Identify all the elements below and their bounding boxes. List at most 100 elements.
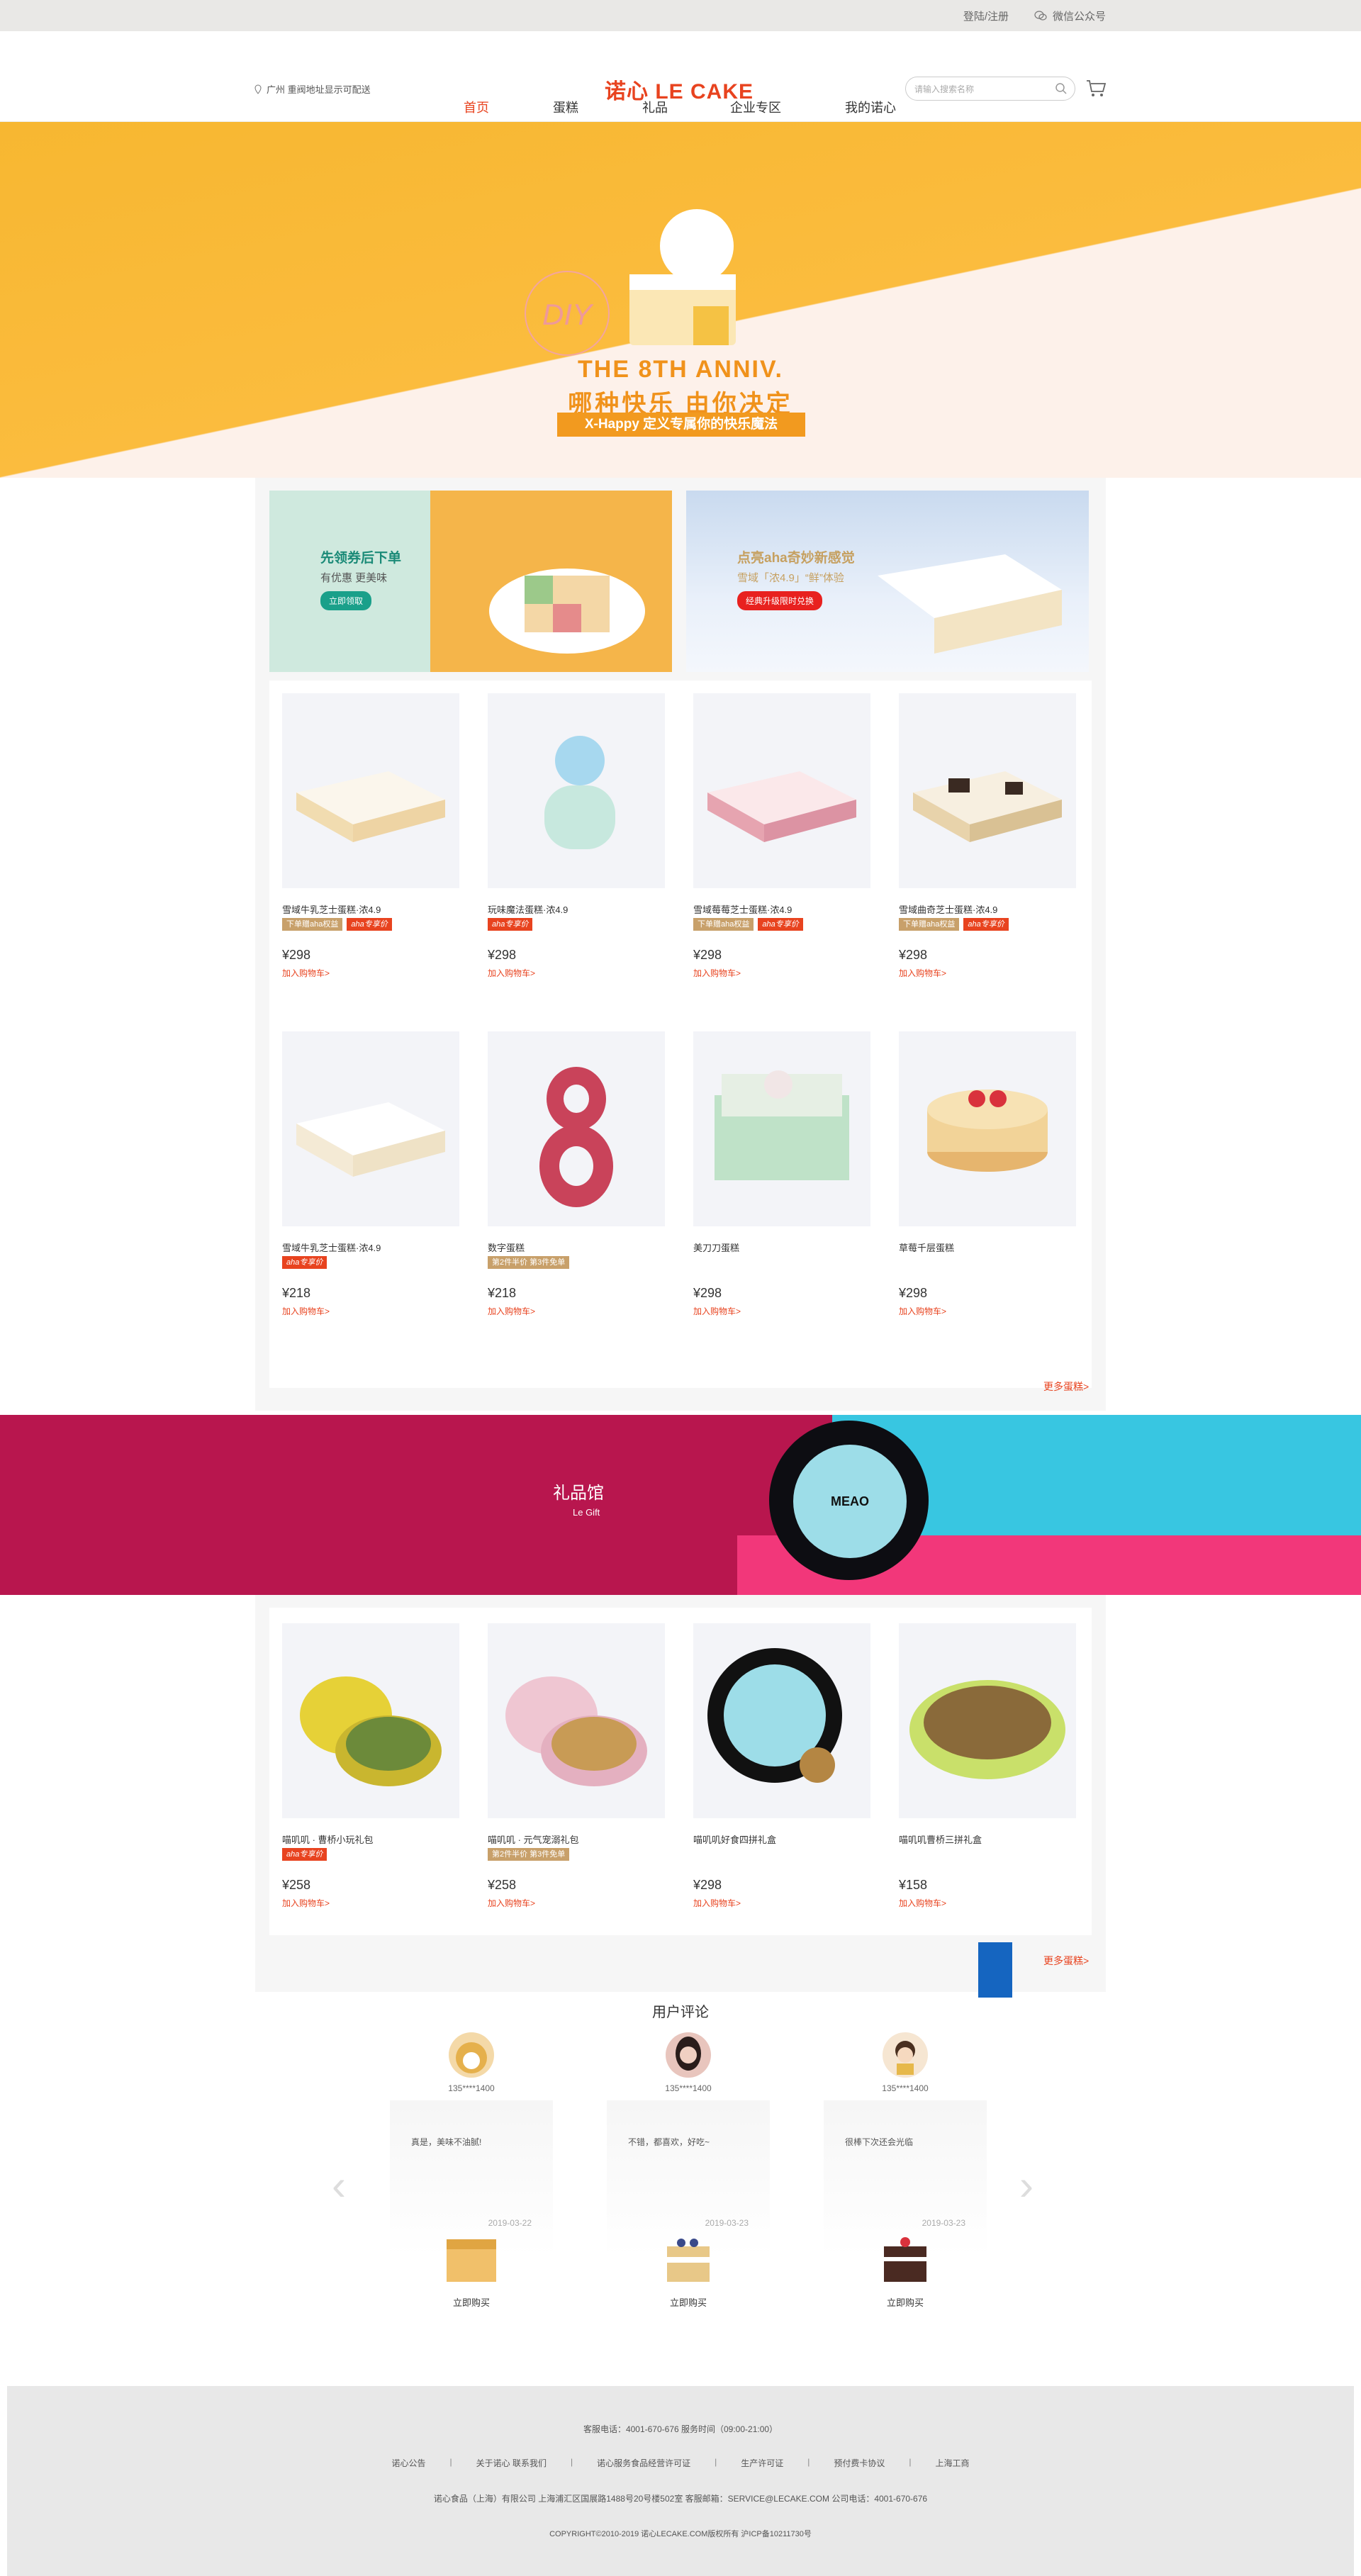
add-to-cart[interactable]: 加入购物车> xyxy=(693,1897,870,1909)
product-image[interactable] xyxy=(488,693,665,888)
product-image[interactable] xyxy=(488,1031,665,1226)
review-card: 135****1400 真是，美味不油腻! 2019-03-22 立即购买 xyxy=(390,2032,553,2309)
add-to-cart[interactable]: 加入购物车> xyxy=(282,1305,459,1317)
login-link[interactable]: 登陆/注册 xyxy=(963,9,1009,23)
buy-now-link[interactable]: 立即购买 xyxy=(607,2295,770,2309)
gift-price: ¥258 xyxy=(488,1878,517,1892)
more-gifts-link[interactable]: 更多蛋糕> xyxy=(1043,1954,1089,1968)
gift-card[interactable]: 喵叽叽曹桥三拼礼盒 ¥158 加入购物车> xyxy=(899,1623,1076,1909)
tag: 下单赠aha权益 xyxy=(693,918,754,931)
add-to-cart[interactable]: 加入购物车> xyxy=(899,967,1076,979)
nav-gifts[interactable]: 礼品 xyxy=(642,98,668,116)
review-user: 135****1400 xyxy=(665,2083,712,2093)
avatar xyxy=(883,2032,928,2078)
gift-image[interactable] xyxy=(488,1623,665,1818)
tag: aha专享价 xyxy=(488,918,533,931)
aha-banner[interactable]: 点亮aha奇妙新感觉 雪域「浓4.9」“鲜”体验 经典升级限时兑换 xyxy=(686,491,1089,672)
prev-arrow-icon[interactable]: ‹ xyxy=(332,2161,346,2210)
footer-link[interactable]: 诺心服务食品经营许可证 xyxy=(597,2457,690,2469)
buy-now-link[interactable]: 立即购买 xyxy=(390,2295,553,2309)
product-card[interactable]: 雪域牛乳芝士蛋糕·浓4.9 下单赠aha权益 aha专享价 ¥298 加入购物车> xyxy=(282,693,459,979)
product-image[interactable] xyxy=(899,693,1076,888)
footer-link[interactable]: 诺心公告 xyxy=(391,2457,425,2469)
nav-enterprise[interactable]: 企业专区 xyxy=(730,98,781,116)
wechat-icon xyxy=(1034,11,1047,21)
product-image[interactable] xyxy=(282,693,459,888)
gift-price: ¥158 xyxy=(899,1878,928,1892)
more-cakes-link[interactable]: 更多蛋糕> xyxy=(1043,1379,1089,1394)
tag: 下单赠aha权益 xyxy=(899,918,960,931)
product-image[interactable] xyxy=(693,1031,870,1226)
gift-image[interactable] xyxy=(282,1623,459,1818)
gift-banner[interactable]: MEAO 礼品馆 Le Gift xyxy=(0,1415,1361,1595)
footer-hotline: 客服电话：4001-670-676 服务时间（09:00-21:00） xyxy=(583,2424,778,2434)
product-price: ¥298 xyxy=(693,1286,722,1300)
product-card[interactable]: 草莓千层蛋糕 ¥298 加入购物车> xyxy=(899,1031,1076,1317)
add-to-cart[interactable]: 加入购物车> xyxy=(899,1897,1076,1909)
tag: 下单赠aha权益 xyxy=(282,918,343,931)
footer-company: 诺心食品（上海）有限公司 上海浦汇区国展路1488号20号楼502室 客服邮箱：… xyxy=(433,2494,928,2504)
footer-link[interactable]: 关于诺心 联系我们 xyxy=(476,2457,547,2469)
product-image[interactable] xyxy=(899,1031,1076,1226)
footer-link[interactable]: 上海工商 xyxy=(936,2457,970,2469)
product-card[interactable]: 雪域牛乳芝士蛋糕·浓4.9 aha专享价 ¥218 加入购物车> xyxy=(282,1031,459,1317)
hero-anniv: THE 8TH ANNIV. xyxy=(578,356,783,383)
product-image[interactable] xyxy=(282,1031,459,1226)
add-to-cart[interactable]: 加入购物车> xyxy=(488,967,665,979)
add-to-cart[interactable]: 加入购物车> xyxy=(282,967,459,979)
add-to-cart[interactable]: 加入购物车> xyxy=(488,1897,665,1909)
gift-section: 喵叽叽 · 曹桥小玩礼包 aha专享价 ¥258 加入购物车> 喵叽叽 · 元气… xyxy=(255,1595,1106,1998)
gift-name: 喵叽叽好食四拼礼盒 xyxy=(693,1835,777,1845)
review-product-image[interactable] xyxy=(870,2225,941,2289)
gift-price: ¥258 xyxy=(282,1878,311,1892)
review-product-image[interactable] xyxy=(436,2225,507,2289)
aha-banner-title: 点亮aha奇妙新感觉 xyxy=(737,551,855,566)
product-name: 雪域牛乳芝士蛋糕·浓4.9 xyxy=(282,1243,381,1253)
nav-home[interactable]: 首页 xyxy=(464,98,489,116)
product-card[interactable]: 数字蛋糕 第2件半价 第3件免单 ¥218 加入购物车> xyxy=(488,1031,665,1317)
top-bar: 登陆/注册 微信公众号 xyxy=(0,0,1361,31)
product-price: ¥218 xyxy=(488,1286,517,1300)
product-card[interactable]: 玩味魔法蛋糕·浓4.9 aha专享价 ¥298 加入购物车> xyxy=(488,693,665,979)
gift-title: 礼品馆 xyxy=(553,1484,604,1503)
add-to-cart[interactable]: 加入购物车> xyxy=(899,1305,1076,1317)
gift-card[interactable]: 喵叽叽好食四拼礼盒 ¥298 加入购物车> xyxy=(693,1623,870,1909)
product-card[interactable]: 雪域莓莓芝士蛋糕·浓4.9 下单赠aha权益 aha专享价 ¥298 加入购物车> xyxy=(693,693,870,979)
nav-my[interactable]: 我的诺心 xyxy=(845,98,896,116)
product-card[interactable]: 雪域曲奇芝士蛋糕·浓4.9 下单赠aha权益 aha专享价 ¥298 加入购物车> xyxy=(899,693,1076,979)
add-to-cart[interactable]: 加入购物车> xyxy=(282,1897,459,1909)
nav-cakes[interactable]: 蛋糕 xyxy=(553,98,578,116)
add-to-cart[interactable]: 加入购物车> xyxy=(693,1305,870,1317)
gift-card[interactable]: 喵叽叽 · 曹桥小玩礼包 aha专享价 ¥258 加入购物车> xyxy=(282,1623,459,1909)
add-to-cart[interactable]: 加入购物车> xyxy=(693,967,870,979)
gift-image[interactable] xyxy=(693,1623,870,1818)
aha-banner-sub: 雪域「浓4.9」“鲜”体验 xyxy=(737,572,844,584)
buy-now-link[interactable]: 立即购买 xyxy=(824,2295,987,2309)
footer-copyright: COPYRIGHT©2010-2019 诺心LECAKE.COM版权所有 沪IC… xyxy=(549,2530,812,2538)
tag: aha专享价 xyxy=(282,1848,327,1861)
review-user: 135****1400 xyxy=(882,2083,929,2093)
wechat-link[interactable]: 微信公众号 xyxy=(1034,9,1106,23)
aha-banner-button[interactable]: 经典升级限时兑换 xyxy=(737,591,823,610)
product-image[interactable] xyxy=(693,693,870,888)
hero-banner[interactable]: DIY THE 8TH ANNIV. 哪种快乐 由你决定 X-Happy 定义专… xyxy=(0,122,1361,478)
gift-card[interactable]: 喵叽叽 · 元气宠溺礼包 第2件半价 第3件免单 ¥258 加入购物车> xyxy=(488,1623,665,1909)
product-card[interactable]: 美刀刀蛋糕 ¥298 加入购物车> xyxy=(693,1031,870,1317)
back-to-top-button[interactable] xyxy=(978,1942,1012,1998)
review-user: 135****1400 xyxy=(448,2083,495,2093)
reviews-title: 用户评论 xyxy=(652,2005,709,2020)
gift-image[interactable] xyxy=(899,1623,1076,1818)
review-product-image[interactable] xyxy=(653,2225,724,2289)
tag: aha专享价 xyxy=(347,918,392,931)
footer-link[interactable]: 预付费卡协议 xyxy=(834,2457,885,2469)
review-text: 很棒下次还会光临 xyxy=(845,2137,914,2147)
product-name: 雪域曲奇芝士蛋糕·浓4.9 xyxy=(899,905,998,915)
wechat-label: 微信公众号 xyxy=(1052,10,1106,23)
next-arrow-icon[interactable]: › xyxy=(1019,2161,1034,2210)
avatar xyxy=(449,2032,494,2078)
footer-link[interactable]: 生产许可证 xyxy=(741,2457,783,2469)
product-name: 草莓千层蛋糕 xyxy=(899,1243,955,1253)
coupon-banner[interactable]: 先领券后下单 有优惠 更美味 立即领取 xyxy=(269,491,672,672)
add-to-cart[interactable]: 加入购物车> xyxy=(488,1305,665,1317)
coupon-banner-button[interactable]: 立即领取 xyxy=(320,591,372,610)
